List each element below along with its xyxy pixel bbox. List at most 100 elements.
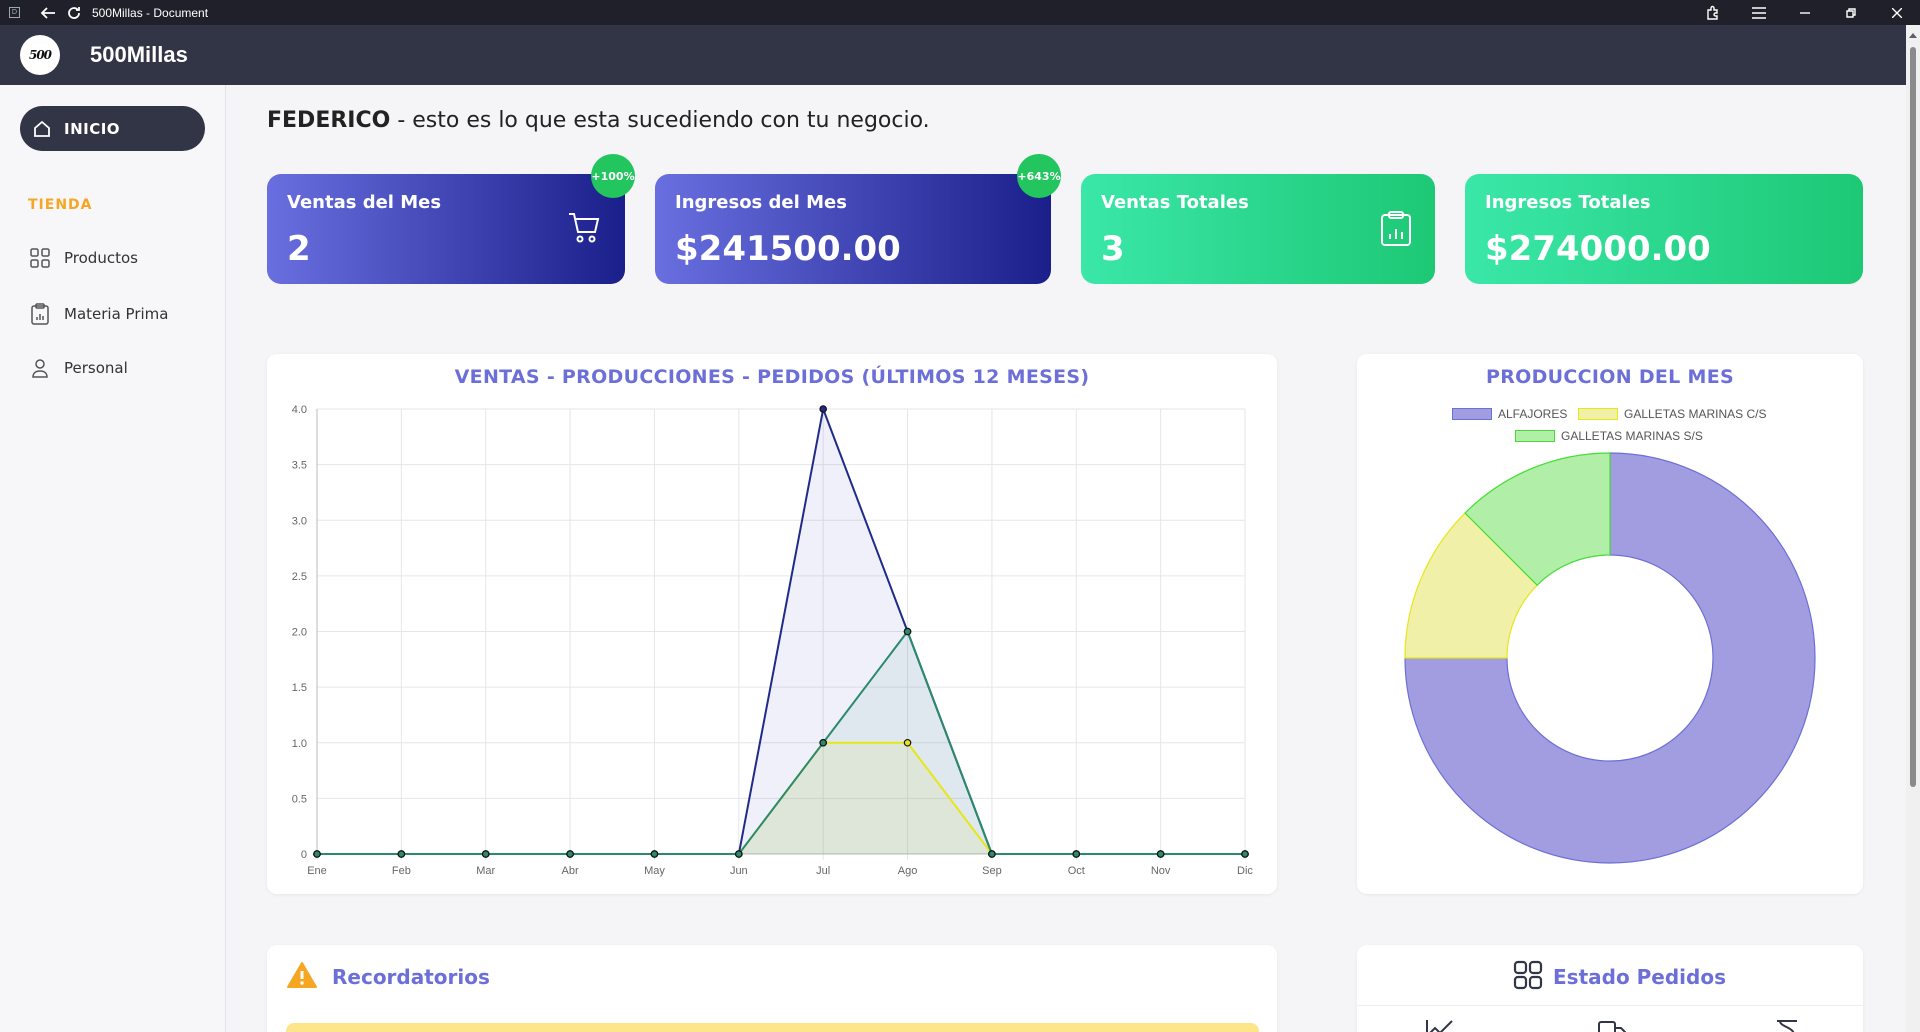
brand-logo[interactable]: 500 [20,35,60,75]
extensions-button[interactable] [1690,0,1736,25]
home-icon [34,120,50,137]
user-icon [32,359,48,378]
x-tick-label: May [644,865,665,877]
cart-icon [569,213,600,243]
reload-icon[interactable] [66,5,82,21]
y-tick-label: 3.5 [292,460,307,472]
sidebar-item-productos[interactable]: Productos [30,248,138,268]
x-tick-label: Feb [392,865,411,877]
x-tick-label: Dic [1237,865,1253,877]
scroll-up-arrow[interactable] [1909,33,1917,38]
data-point [481,850,490,858]
sidebar-item-inicio[interactable]: INICIO [20,106,205,151]
card-ingresos-mes: Ingresos del Mes $241500.00 +643% [655,154,1061,284]
card-label: Ventas del Mes [287,192,442,213]
card-value: $241500.00 [675,229,901,269]
sidebar-item-personal[interactable]: Personal [30,358,128,378]
data-point [566,850,574,858]
data-point [397,850,406,858]
x-tick-label: Oct [1068,865,1085,877]
x-tick-label: Abr [562,865,579,877]
data-point [1072,850,1081,858]
back-icon[interactable] [40,6,56,20]
minimize-button[interactable] [1782,0,1828,25]
y-tick-label: 0.5 [292,793,307,805]
sidebar-item-label: Productos [64,249,138,267]
hamburger-icon [1752,6,1766,19]
donut-chart-panel: PRODUCCION DEL MES ALFAJORES GALLETAS MA… [1357,354,1863,894]
sidebar-item-materia-prima[interactable]: Materia Prima [30,303,168,325]
restore-icon [1846,7,1856,18]
card-label: Ingresos Totales [1485,192,1651,213]
clipboard-chart-icon [1381,211,1411,246]
line-chart: 0 0.5 1.0 1.5 2.0 2.5 3.0 3.5 4.0 Ene Feb Mar Abr May… [292,404,1254,877]
line-chart-panel: VENTAS - PRODUCCIONES - PEDIDOS (ÚLTIMOS… [267,354,1277,894]
brand-name[interactable]: 500Millas [90,42,188,68]
close-icon [1892,7,1902,18]
data-point [819,405,827,413]
y-tick-label: 1.0 [292,738,307,750]
sidebar-item-label: Personal [64,359,128,377]
grid-icon [30,248,50,268]
change-badge: +643% [1017,154,1061,198]
y-tick-label: 2.0 [292,627,307,639]
card-icon-wrap [1379,210,1413,252]
app-header: 500 500Millas [0,25,1906,85]
logo-text: 500 [28,48,52,62]
hourglass-icon [1777,1020,1797,1032]
card-value: 3 [1101,229,1125,269]
change-badge: +100% [591,154,635,198]
x-tick-label: Jun [730,865,748,877]
sidebar-item-label: Materia Prima [64,305,169,323]
sidebar-section-title: TIENDA [28,197,93,213]
y-tick-label: 0 [301,849,307,861]
y-tick-label: 1.5 [292,682,307,694]
x-tick-label: Sep [982,865,1002,877]
user-name: FEDERICO [267,108,391,133]
data-point [903,627,912,636]
card-icon-wrap [567,210,603,250]
window-title: 500Millas - Document [92,5,209,20]
data-point [1241,850,1249,858]
card-label: Ingresos del Mes [675,192,847,213]
close-button[interactable] [1874,0,1920,25]
page-greeting: FEDERICO - esto es lo que esta sucediend… [267,108,930,133]
divider [1357,1005,1863,1006]
orders-status-title: Estado Pedidos [1553,965,1726,989]
donut-chart [1404,452,1816,864]
warning-icon [287,962,317,988]
grid-icon [1513,960,1543,990]
card-ventas-totales: Ventas Totales 3 [1081,174,1435,284]
app-icon: D [9,7,20,18]
data-point [650,850,659,858]
card-value: $274000.00 [1485,229,1711,269]
x-tick-label: Ago [898,865,918,877]
x-tick-label: Mar [476,865,495,877]
card-ingresos-totales: Ingresos Totales $274000.00 [1465,174,1863,284]
window-titlebar: D 500Millas - Document [0,0,1920,25]
clipboard-chart-icon [31,303,49,325]
chart-up-icon [1426,1020,1453,1032]
scrollbar-thumb[interactable] [1910,47,1916,787]
reminders-title: Recordatorios [332,965,490,989]
data-point [1156,850,1165,858]
truck-icon [1598,1021,1626,1032]
restore-button[interactable] [1828,0,1874,25]
sidebar: INICIO TIENDA Productos Materia Prima Pe… [0,85,226,1032]
y-tick-label: 4.0 [292,404,307,416]
x-tick-label: Nov [1151,865,1171,877]
data-point [988,850,996,858]
y-tick-label: 2.5 [292,571,307,583]
minimize-icon [1800,11,1810,14]
reminder-item[interactable] [286,1023,1259,1032]
puzzle-icon [1707,5,1718,20]
menu-button[interactable] [1736,0,1782,25]
x-tick-label: Jul [816,865,830,877]
data-point [313,850,321,858]
data-point [819,738,827,747]
sidebar-item-label: INICIO [64,119,121,138]
card-value: 2 [287,229,311,269]
vertical-scrollbar[interactable] [1906,25,1920,1032]
greeting-text: - esto es lo que esta sucediendo con tu … [390,108,930,133]
data-point [903,738,912,747]
